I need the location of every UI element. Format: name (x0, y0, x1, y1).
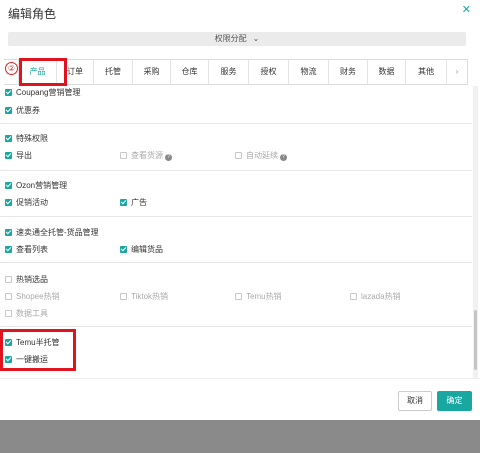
checkbox-ads[interactable] (120, 199, 127, 206)
checkbox-special[interactable] (5, 135, 12, 142)
checkbox-temu-hot[interactable] (235, 293, 242, 300)
scrollbar-thumb[interactable] (474, 310, 477, 370)
label-lazada: lazada热销 (361, 292, 401, 301)
checkbox-tiktok[interactable] (120, 293, 127, 300)
checkbox-lazada[interactable] (350, 293, 357, 300)
checkbox-aliexpress[interactable] (5, 229, 12, 236)
step-marker: ② (5, 62, 18, 75)
checkbox-hot[interactable] (5, 276, 12, 283)
checkbox-export[interactable] (5, 152, 12, 159)
label-view-list: 查看列表 (16, 245, 48, 254)
label-data-tools: 数据工具 (16, 309, 48, 318)
section-divider (0, 326, 472, 327)
confirm-button[interactable]: 确定 (437, 391, 472, 411)
label-shopee: Shopee热销 (16, 292, 60, 301)
tab-purchase[interactable]: 采购 (132, 60, 170, 84)
checkbox-coupon[interactable] (5, 107, 12, 114)
checkbox-data-tools[interactable] (5, 310, 12, 317)
section-divider (0, 216, 472, 217)
chevron-down-icon: ⌄ (252, 34, 260, 43)
checkbox-shopee[interactable] (5, 293, 12, 300)
tab-custody[interactable]: 托管 (93, 60, 132, 84)
tab-logistics[interactable]: 物流 (288, 60, 328, 84)
section-divider (0, 170, 472, 171)
checkbox-view-list[interactable] (5, 246, 12, 253)
tab-authorization[interactable]: 授权 (248, 60, 288, 84)
section-divider (0, 262, 472, 263)
category-tabs: 产品 订单 托管 采购 仓库 服务 授权 物流 财务 数据 其他 › (4, 59, 468, 85)
help-icon[interactable]: ? (280, 154, 287, 161)
label-special: 特殊权限 (16, 134, 48, 143)
dialog-title: 编辑角色 (8, 7, 57, 21)
tab-other[interactable]: 其他 (405, 60, 446, 84)
close-icon[interactable]: ✕ (462, 3, 471, 16)
tab-warehouse[interactable]: 仓库 (170, 60, 208, 84)
checkbox-edit-goods[interactable] (120, 246, 127, 253)
label-view-source-text: 查看货源 (131, 151, 163, 160)
tab-service[interactable]: 服务 (208, 60, 248, 84)
tab-finance[interactable]: 财务 (328, 60, 367, 84)
label-ads: 广告 (131, 198, 147, 207)
label-export: 导出 (16, 151, 32, 160)
label-ozon: Ozon营销管理 (16, 181, 68, 190)
edit-role-dialog: 编辑角色 ✕ 权限分配 ⌄ 产品 订单 托管 采购 仓库 服务 授权 物流 财务 … (0, 0, 480, 420)
label-view-source: 查看货源? (131, 150, 172, 161)
label-auto-renew-text: 自动延续 (246, 151, 278, 160)
permission-assign-label: 权限分配 (214, 34, 247, 43)
tab-highlight-box (19, 58, 67, 86)
label-coupon: 优惠券 (16, 106, 40, 115)
label-promotion: 促销活动 (16, 198, 48, 207)
chevron-right-icon[interactable]: › (446, 60, 467, 84)
label-aliexpress: 速卖通全托管-货品管理 (16, 228, 99, 237)
label-tiktok: Tiktok热销 (131, 292, 169, 301)
checkbox-ozon[interactable] (5, 182, 12, 189)
checkbox-coupang[interactable] (5, 89, 12, 96)
checkbox-promotion[interactable] (5, 199, 12, 206)
cancel-button[interactable]: 取消 (398, 391, 432, 411)
label-temu-hot: Temu热销 (246, 292, 282, 301)
footer-divider (0, 378, 480, 379)
tab-data[interactable]: 数据 (367, 60, 405, 84)
label-auto-renew: 自动延续? (246, 150, 287, 161)
section-divider (0, 123, 472, 124)
label-coupang: Coupang营销管理 (16, 88, 81, 97)
checkbox-auto-renew[interactable] (235, 152, 242, 159)
label-edit-goods: 编辑货品 (131, 245, 163, 254)
help-icon[interactable]: ? (165, 154, 172, 161)
checkbox-view-source[interactable] (120, 152, 127, 159)
label-hot: 热销选品 (16, 275, 48, 284)
permission-assign-toggle[interactable]: 权限分配 ⌄ (8, 32, 466, 46)
temu-highlight-box (0, 329, 76, 371)
